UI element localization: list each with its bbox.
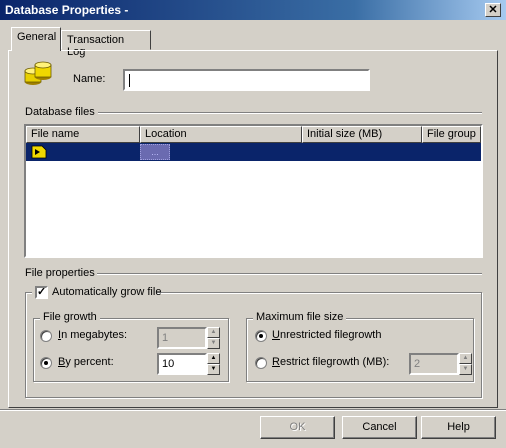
file-properties-label: File properties (25, 267, 95, 279)
column-header-file-name[interactable]: File name (26, 126, 140, 143)
column-header-location[interactable]: Location (140, 126, 302, 143)
restrict-radio[interactable] (255, 357, 267, 369)
auto-grow-checkbox-mark[interactable]: ✓ (35, 286, 48, 299)
unrestricted-radio[interactable] (255, 330, 267, 342)
spin-down-icon[interactable]: ▼ (207, 338, 220, 349)
window-title: Database Properties - (5, 3, 129, 17)
in-megabytes-spinner[interactable]: ▲ ▼ (207, 327, 220, 349)
dialog-bottom-separator (0, 409, 506, 411)
restrict-spinner[interactable]: ▲ ▼ (459, 353, 472, 375)
database-files-separator (98, 112, 482, 114)
cell-location-browse[interactable]: ... (140, 144, 170, 160)
column-header-file-group[interactable]: File group (422, 126, 481, 143)
restrict-value: 2 (414, 358, 421, 370)
text-cursor (129, 74, 130, 87)
ok-button[interactable]: OK (260, 416, 335, 439)
unrestricted-label[interactable]: Unrestricted filegrowth (272, 329, 381, 341)
database-files-label: Database files (25, 106, 95, 118)
spin-up-icon[interactable]: ▲ (459, 353, 472, 364)
tab-general-label: General (17, 31, 57, 43)
auto-grow-text[interactable]: Automatically grow file (52, 286, 161, 298)
table-row[interactable]: ... (26, 143, 481, 161)
name-input[interactable] (123, 69, 370, 91)
database-files-grid[interactable]: File name Location Initial size (MB) Fil… (24, 124, 483, 258)
restrict-field[interactable]: 2 (409, 353, 459, 375)
by-percent-spinner[interactable]: ▲ ▼ (207, 353, 220, 375)
close-icon[interactable]: ✕ (485, 3, 501, 17)
title-bar: Database Properties - ✕ (0, 0, 506, 20)
by-percent-field[interactable]: 10 (157, 353, 207, 375)
max-file-size-legend: Maximum file size (253, 311, 347, 323)
file-growth-legend: File growth (40, 311, 100, 323)
restrict-label[interactable]: Restrict filegrowth (MB): (272, 356, 389, 368)
by-percent-label[interactable]: By percent: (58, 356, 114, 368)
in-megabytes-field[interactable]: 1 (157, 327, 207, 349)
in-megabytes-value: 1 (162, 332, 169, 344)
by-percent-value: 10 (162, 358, 175, 370)
file-properties-separator (97, 273, 482, 275)
spin-down-icon[interactable]: ▼ (459, 364, 472, 375)
help-button[interactable]: Help (421, 416, 496, 439)
by-percent-radio[interactable] (40, 357, 52, 369)
tab-general[interactable]: General (11, 27, 61, 51)
spin-up-icon[interactable]: ▲ (207, 327, 220, 338)
data-file-icon (31, 145, 47, 159)
column-header-initial-size[interactable]: Initial size (MB) (302, 126, 422, 143)
spin-up-icon[interactable]: ▲ (207, 353, 220, 364)
spin-down-icon[interactable]: ▼ (207, 364, 220, 375)
database-icon (24, 61, 52, 85)
in-megabytes-label[interactable]: In megabytes: (58, 329, 127, 341)
tab-transaction-log[interactable]: Transaction Log (61, 30, 151, 58)
name-label: Name: (73, 73, 106, 85)
in-megabytes-radio[interactable] (40, 330, 52, 342)
cancel-button[interactable]: Cancel (342, 416, 417, 439)
